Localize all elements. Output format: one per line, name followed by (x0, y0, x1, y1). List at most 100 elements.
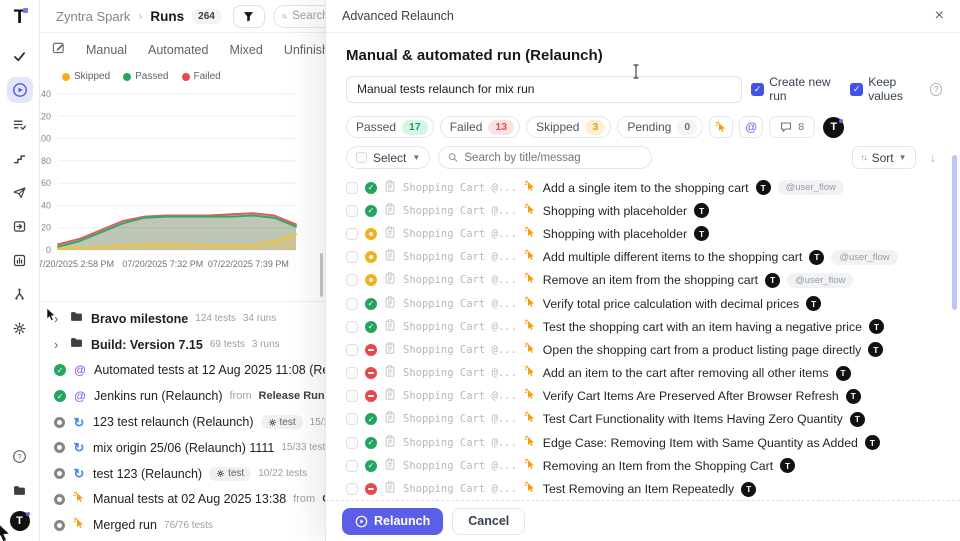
automated-filter-button[interactable]: @ (739, 116, 763, 138)
left-panel-scrollbar[interactable] (320, 253, 323, 297)
relaunch-refresh-icon: ↻ (72, 441, 86, 454)
help-icon[interactable]: ? (7, 443, 33, 469)
download-arrow-icon[interactable]: ↓ (924, 150, 943, 165)
tests-search-field[interactable] (464, 152, 642, 164)
mouse-cursor-2 (0, 522, 12, 541)
row-checkbox[interactable] (346, 460, 358, 472)
run-row[interactable]: ✓@Automated tests at 12 Aug 2025 11:08 (… (40, 358, 325, 384)
cancel-button[interactable]: Cancel (452, 508, 525, 535)
milestone-row[interactable]: ›Build: Version 7.1569 tests3 runs (40, 332, 325, 358)
test-row[interactable]: ✓Shopping Cart @...Edge Case: Removing I… (346, 431, 942, 454)
test-suite: Shopping Cart @... (403, 413, 517, 425)
chevron-right-icon[interactable]: › (54, 337, 62, 352)
row-checkbox[interactable] (346, 228, 358, 240)
compose-icon[interactable] (52, 41, 65, 59)
folder-icon[interactable] (7, 477, 33, 503)
test-row[interactable]: ✓Shopping Cart @...Add a single item to … (346, 176, 942, 199)
tests-scrollbar[interactable] (952, 155, 957, 310)
status-skipped-icon (365, 251, 377, 263)
tab-manual[interactable]: Manual (86, 43, 127, 57)
tests-search-input[interactable] (438, 146, 652, 169)
run-row[interactable]: ↻test 123 (Relaunch)test10/22 tests (40, 461, 325, 487)
test-row[interactable]: ✓Shopping Cart @...Shopping with placeho… (346, 199, 942, 222)
app-logo[interactable]: T (14, 8, 26, 27)
row-checkbox[interactable] (346, 437, 358, 449)
row-checkbox[interactable] (346, 390, 358, 402)
test-row[interactable]: Shopping Cart @... Open the shopping cart… (346, 338, 942, 361)
milestone-row[interactable]: ›Bravo milestone124 tests34 runs (40, 306, 325, 332)
filter-pending-button[interactable]: Pending0 (617, 116, 703, 138)
mouse-cursor (46, 308, 57, 327)
stairs-icon[interactable] (7, 145, 33, 171)
status-neutral-icon (54, 494, 65, 505)
select-dropdown[interactable]: Select ▼ (346, 146, 430, 169)
row-checkbox[interactable] (346, 413, 358, 425)
breadcrumb-current[interactable]: Runs (150, 9, 184, 24)
automated-test-icon: @ (73, 389, 87, 403)
help-tooltip-icon[interactable]: ? (930, 83, 942, 96)
checkbox-checked-icon: ✓ (850, 83, 863, 96)
test-row[interactable]: Shopping Cart @...Remove an item from th… (346, 269, 942, 292)
run-row[interactable]: ✓@Jenkins run (Relaunch)fromRelease Run … (40, 383, 325, 409)
assignee-filter-avatar[interactable]: T (823, 117, 844, 138)
test-row[interactable]: Shopping Cart @...Add an item to the car… (346, 362, 942, 385)
play-circle-icon[interactable] (7, 77, 33, 103)
relaunch-button[interactable]: Relaunch (342, 508, 443, 535)
test-suite: Shopping Cart @... (403, 344, 517, 356)
row-checkbox[interactable] (346, 321, 358, 333)
filter-failed-button[interactable]: Failed13 (440, 116, 520, 138)
breadcrumb-brand[interactable]: Zyntra Spark (56, 9, 130, 24)
test-row[interactable]: Shopping Cart @...Shopping with placehol… (346, 222, 942, 245)
row-checkbox[interactable] (346, 182, 358, 194)
row-checkbox[interactable] (346, 298, 358, 310)
test-title: Test Removing an Item Repeatedly (543, 482, 734, 496)
gear-icon[interactable] (7, 315, 33, 341)
filter-skipped-button[interactable]: Skipped3 (526, 116, 611, 138)
run-name-input[interactable] (346, 76, 742, 103)
test-row[interactable]: ✓Shopping Cart @...Verify total price ca… (346, 292, 942, 315)
branch-icon[interactable] (7, 281, 33, 307)
row-checkbox[interactable] (346, 205, 358, 217)
test-row[interactable]: Shopping Cart @...Test Removing an Item … (346, 477, 942, 500)
test-row[interactable]: ✓Shopping Cart @...Test Cart Functionali… (346, 408, 942, 431)
user-avatar[interactable]: T (10, 511, 30, 531)
tab-automated[interactable]: Automated (148, 43, 208, 57)
test-row[interactable]: ✓Shopping Cart @...Removing an Item from… (346, 454, 942, 477)
select-all-checkbox[interactable] (356, 152, 367, 163)
test-row[interactable]: ✓Shopping Cart @...Test the shopping car… (346, 315, 942, 338)
row-checkbox[interactable] (346, 274, 358, 286)
run-row[interactable]: ↻123 test relaunch (Relaunch)test15/23 t… (40, 409, 325, 435)
run-name: Merged run (93, 518, 157, 532)
comments-filter-button[interactable]: 8 (769, 116, 815, 138)
row-checkbox[interactable] (346, 344, 358, 356)
list-check-icon[interactable] (7, 111, 33, 137)
report-icon[interactable] (7, 247, 33, 273)
run-row[interactable]: Merged run76/76 tests (40, 512, 325, 538)
close-icon[interactable]: × (935, 8, 944, 24)
svg-text:40: 40 (41, 200, 51, 210)
runs-count-badge: 264 (192, 9, 221, 24)
runs-area-chart: 0204060801001201407/20/2025 2:58 PM07/20… (18, 84, 318, 284)
filter-button[interactable] (233, 5, 265, 28)
tab-mixed[interactable]: Mixed (229, 43, 262, 57)
test-row[interactable]: Shopping Cart @...Add multiple different… (346, 246, 942, 269)
paper-plane-icon[interactable] (7, 179, 33, 205)
keep-values-checkbox[interactable]: ✓ Keep values ? (850, 75, 942, 103)
test-suite: Shopping Cart @... (403, 228, 517, 240)
run-row[interactable]: ↻mix origin 25/06 (Relaunch) 111115/33 t… (40, 435, 325, 461)
test-row[interactable]: Shopping Cart @...Verify Cart Items Are … (346, 385, 942, 408)
sort-dropdown[interactable]: ↑↓ Sort ▼ (852, 146, 916, 169)
manual-filter-button[interactable] (709, 116, 733, 138)
row-checkbox[interactable] (346, 367, 358, 379)
row-checkbox[interactable] (346, 251, 358, 263)
run-row[interactable]: Manual tests at 02 Aug 2025 13:38fromCus… (40, 487, 325, 513)
legend-dot-icon (123, 73, 131, 81)
create-new-run-checkbox[interactable]: ✓ Create new run (751, 75, 841, 103)
row-checkbox[interactable] (346, 483, 358, 495)
test-title: Open the shopping cart from a product li… (543, 343, 862, 357)
assignee-avatar: T (694, 226, 709, 241)
import-icon[interactable] (7, 213, 33, 239)
filter-passed-button[interactable]: Passed17 (346, 116, 434, 138)
legend-dot-icon (62, 73, 70, 81)
check-icon[interactable] (7, 43, 33, 69)
